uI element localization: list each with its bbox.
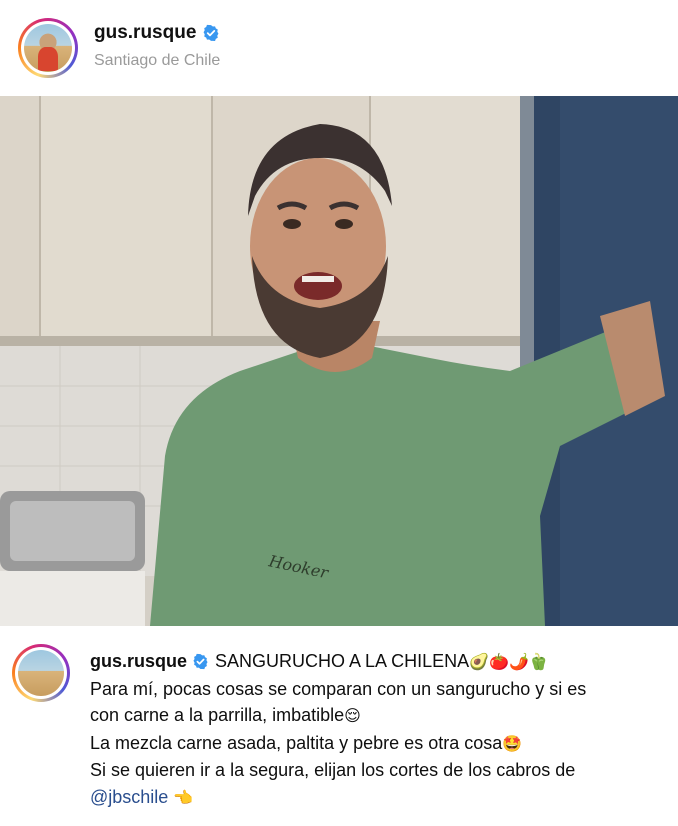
cabinet-left-edge <box>0 96 40 341</box>
mention-link[interactable]: @jbschile <box>90 787 168 807</box>
verified-badge-icon <box>203 24 219 42</box>
caption-line-3-text: con carne a la parrilla, imbatible <box>90 705 345 725</box>
caption-username-link[interactable]: gus.rusque <box>90 648 187 675</box>
verified-badge-icon <box>193 653 208 669</box>
caption-avatar[interactable] <box>12 644 70 702</box>
caption-line-5: Si se quieren ir a la segura, elijan los… <box>90 760 576 780</box>
post-header: gus.rusque Santiago de Chile <box>0 0 678 96</box>
caption-line-2: Para mí, pocas cosas se comparan con un … <box>90 678 587 699</box>
caption-line-6: @jbschile 👈 <box>90 784 670 812</box>
avatar-frame <box>21 21 75 75</box>
avatar-figure <box>38 47 58 72</box>
caption-user: gus.rusque <box>90 648 209 675</box>
avatar-image <box>24 24 72 72</box>
location-link[interactable]: Santiago de Chile <box>94 52 220 70</box>
caption-line-1: gus.rusque SANGURUCHO A LA CHILENA🥑🍅🌶️🫑 <box>90 648 670 676</box>
caption-line-4: La mezcla carne asada, paltita y pebre e… <box>90 730 670 758</box>
caption-title: SANGURUCHO A LA CHILENA <box>215 651 470 671</box>
caption-line-4-text: La mezcla carne asada, paltita y pebre e… <box>90 732 503 753</box>
star-struck-icon: 🤩 <box>502 733 523 753</box>
post-caption: gus.rusque SANGURUCHO A LA CHILENA🥑🍅🌶️🫑 … <box>0 626 678 826</box>
caption-line-3: con carne a la parrilla, imbatible😌 <box>90 702 670 730</box>
username-link[interactable]: gus.rusque <box>94 22 196 44</box>
cabinet-door-3 <box>370 96 528 341</box>
post-media[interactable]: Hooker <box>0 96 678 626</box>
profile-avatar[interactable] <box>18 18 78 78</box>
video-frame: Hooker <box>0 96 678 626</box>
title-emojis: 🥑🍅🌶️🫑 <box>469 652 549 671</box>
avatar-frame <box>15 647 67 699</box>
cabinet-door-1 <box>40 96 212 341</box>
pointing-hand-icon: 👈 <box>173 787 194 807</box>
caption-text: gus.rusque SANGURUCHO A LA CHILENA🥑🍅🌶️🫑 … <box>90 648 670 811</box>
username-row: gus.rusque <box>94 22 220 44</box>
avatar-image <box>18 650 64 696</box>
relieved-face-icon: 😌 <box>344 706 361 725</box>
